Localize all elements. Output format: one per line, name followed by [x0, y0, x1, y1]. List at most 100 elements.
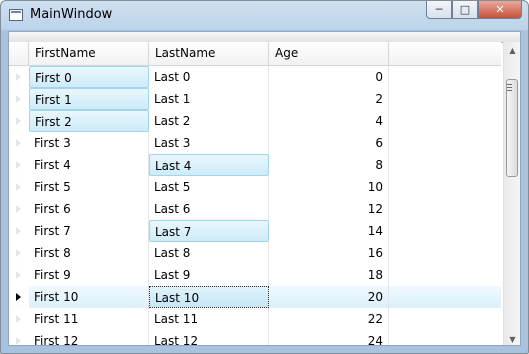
scroll-down-button[interactable]: ▼: [505, 331, 520, 345]
cell-firstname[interactable]: First 5: [29, 176, 149, 198]
row-header[interactable]: [9, 132, 29, 154]
row-header[interactable]: [9, 198, 29, 220]
row-header[interactable]: [9, 220, 29, 242]
cell-lastname[interactable]: Last 7: [149, 220, 269, 242]
table-row[interactable]: First 2 Last 24: [9, 110, 501, 132]
cell-filler: [389, 66, 501, 88]
cell-age[interactable]: 14: [269, 220, 389, 242]
row-header[interactable]: [9, 176, 29, 198]
cell-filler: [389, 198, 501, 220]
window-icon[interactable]: [9, 9, 23, 21]
column-header-age[interactable]: Age: [269, 42, 389, 65]
cell-age[interactable]: 22: [269, 308, 389, 330]
table-row[interactable]: First 1 Last 12: [9, 88, 501, 110]
row-header[interactable]: [9, 242, 29, 264]
cell-firstname[interactable]: First 12: [29, 330, 149, 345]
cell-lastname[interactable]: Last 8: [149, 242, 269, 264]
table-row[interactable]: First 10 Last 10 20: [9, 286, 501, 308]
cell-firstname[interactable]: First 1: [29, 88, 149, 110]
cell-age[interactable]: 8: [269, 154, 389, 176]
cell-firstname[interactable]: First 8: [29, 242, 149, 264]
table-row[interactable]: First 8 Last 8 16: [9, 242, 501, 264]
cell-lastname[interactable]: Last 3: [149, 132, 269, 154]
cell-filler: [389, 286, 501, 308]
table-row[interactable]: First 11 Last 11 22: [9, 308, 501, 330]
row-arrow-icon: [16, 315, 21, 323]
row-header[interactable]: [9, 286, 29, 308]
maximize-button[interactable]: □: [452, 1, 478, 19]
cell-firstname[interactable]: First 3: [29, 132, 149, 154]
arrow-up-icon: ▲: [509, 45, 516, 55]
current-row-arrow-icon: [16, 293, 21, 301]
window-title: MainWindow: [30, 7, 113, 22]
cell-lastname[interactable]: Last 10: [149, 286, 269, 308]
cell-age[interactable]: 4: [269, 110, 389, 132]
scroll-thumb[interactable]: [506, 79, 518, 177]
cell-firstname[interactable]: First 7: [29, 220, 149, 242]
cell-age[interactable]: 18: [269, 264, 389, 286]
table-row[interactable]: First 4 Last 48: [9, 154, 501, 176]
table-row[interactable]: First 7 Last 7 14: [9, 220, 501, 242]
table-row[interactable]: First 9 Last 9 18: [9, 264, 501, 286]
minimize-icon: ─: [435, 3, 443, 16]
row-header[interactable]: [9, 154, 29, 176]
cell-lastname[interactable]: Last 12: [149, 330, 269, 345]
row-arrow-icon: [16, 161, 21, 169]
scroll-up-button[interactable]: ▲: [505, 42, 520, 58]
cell-firstname[interactable]: First 11: [29, 308, 149, 330]
cell-lastname[interactable]: Last 1: [149, 88, 269, 110]
cell-lastname[interactable]: Last 5: [149, 176, 269, 198]
table-row[interactable]: First 3 Last 36: [9, 132, 501, 154]
cell-age[interactable]: 20: [269, 286, 389, 308]
row-header[interactable]: [9, 88, 29, 110]
cell-age[interactable]: 24: [269, 330, 389, 345]
row-arrow-icon: [16, 271, 21, 279]
row-header[interactable]: [9, 110, 29, 132]
cell-firstname[interactable]: First 9: [29, 264, 149, 286]
cell-age[interactable]: 10: [269, 176, 389, 198]
row-header[interactable]: [9, 66, 29, 88]
select-all-corner[interactable]: [9, 42, 29, 65]
cell-lastname[interactable]: Last 9: [149, 264, 269, 286]
cell-lastname[interactable]: Last 11: [149, 308, 269, 330]
cell-age[interactable]: 16: [269, 242, 389, 264]
minimize-button[interactable]: ─: [426, 1, 452, 19]
cell-filler: [389, 110, 501, 132]
row-header[interactable]: [9, 308, 29, 330]
row-arrow-icon: [16, 337, 21, 345]
cell-age[interactable]: 2: [269, 88, 389, 110]
cell-age[interactable]: 6: [269, 132, 389, 154]
cell-lastname[interactable]: Last 4: [149, 154, 269, 176]
column-header-firstname[interactable]: FirstName: [29, 42, 149, 65]
title-bar[interactable]: MainWindow ─ □ ✕: [1, 1, 528, 31]
row-arrow-icon: [16, 117, 21, 125]
cell-firstname[interactable]: First 2: [29, 110, 149, 132]
table-row[interactable]: First 12 Last 12 24: [9, 330, 501, 345]
cell-filler: [389, 220, 501, 242]
data-grid[interactable]: FirstName LastName Age First 0 Last 0 0 Fir…: [8, 31, 521, 346]
cell-firstname[interactable]: First 0: [29, 66, 149, 88]
cell-age[interactable]: 0: [269, 66, 389, 88]
cell-lastname[interactable]: Last 0: [149, 66, 269, 88]
row-arrow-icon: [16, 249, 21, 257]
cell-firstname[interactable]: First 6: [29, 198, 149, 220]
row-header[interactable]: [9, 330, 29, 345]
cell-firstname[interactable]: First 4: [29, 154, 149, 176]
row-arrow-icon: [16, 73, 21, 81]
cell-firstname[interactable]: First 10: [29, 286, 149, 308]
cell-filler: [389, 330, 501, 345]
close-button[interactable]: ✕: [478, 1, 522, 19]
row-header[interactable]: [9, 264, 29, 286]
vertical-scrollbar[interactable]: ▲ ▼: [503, 42, 520, 345]
cell-filler: [389, 176, 501, 198]
cell-lastname[interactable]: Last 6: [149, 198, 269, 220]
table-row[interactable]: First 0 Last 00: [9, 66, 501, 88]
main-window: MainWindow ─ □ ✕ FirstName LastName Age …: [0, 0, 529, 354]
table-row[interactable]: First 5 Last 5 10: [9, 176, 501, 198]
column-header-lastname[interactable]: LastName: [149, 42, 269, 65]
arrow-down-icon: ▼: [509, 334, 516, 344]
table-row[interactable]: First 6 Last 6 12: [9, 198, 501, 220]
cell-age[interactable]: 12: [269, 198, 389, 220]
column-header-filler: [389, 42, 501, 65]
cell-lastname[interactable]: Last 2: [149, 110, 269, 132]
